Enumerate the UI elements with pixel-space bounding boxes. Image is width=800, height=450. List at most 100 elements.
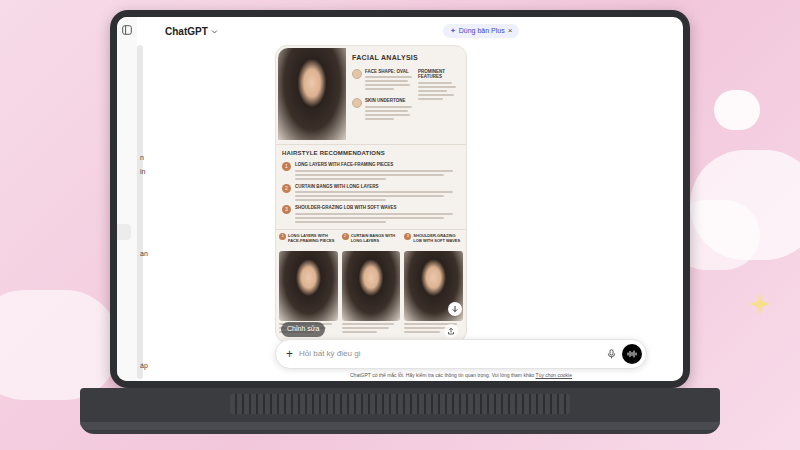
chevron-down-icon bbox=[211, 28, 218, 35]
recommendation-body: LONG LAYERS WITH FACE-FRAMING PIECES bbox=[295, 162, 460, 180]
text-line bbox=[418, 86, 456, 88]
sidebar-item[interactable]: n bbox=[140, 153, 144, 162]
detail-item: FACE SHAPE: OVAL bbox=[352, 69, 414, 91]
detail-body: FACE SHAPE: OVAL bbox=[365, 69, 414, 91]
features-title: PROMINENT FEATURES bbox=[418, 69, 460, 80]
text-lines bbox=[365, 106, 414, 120]
cloud-decoration bbox=[0, 290, 120, 400]
sidebar-item[interactable]: áp bbox=[140, 361, 148, 370]
detail-title: SKIN UNDERTONE bbox=[365, 98, 414, 104]
text-line bbox=[342, 331, 377, 333]
sidebar-edge: n in an áp bbox=[137, 17, 149, 381]
text-line bbox=[365, 106, 412, 108]
download-button[interactable] bbox=[448, 302, 462, 316]
voice-mode-button[interactable] bbox=[622, 344, 642, 364]
detail-item: SKIN UNDERTONE bbox=[352, 98, 414, 120]
disclaimer: ChatGPT có thể mắc lỗi. Hãy kiểm tra các… bbox=[275, 372, 647, 379]
text-line bbox=[365, 110, 408, 112]
upgrade-plus-badge[interactable]: ✦Dùng bản Plus× bbox=[443, 24, 520, 39]
download-icon bbox=[451, 305, 459, 313]
waveform-icon bbox=[627, 350, 637, 358]
text-line bbox=[418, 82, 452, 84]
text-line bbox=[295, 221, 386, 223]
number-badge: 3 bbox=[282, 205, 291, 214]
text-lines bbox=[418, 82, 460, 100]
keyboard bbox=[230, 394, 570, 414]
laptop-screen: n in an áp ChatGPT ✦Dùng bản Plus× FACIAL ANAL… bbox=[110, 10, 690, 388]
edit-label[interactable]: Chỉnh sửa bbox=[287, 324, 319, 335]
scrollbar bbox=[137, 45, 143, 379]
number-badge: 2 bbox=[282, 184, 291, 193]
preview-header: 1LONG LAYERS WITH FACE-FRAMING PIECES bbox=[279, 233, 338, 249]
cookie-link[interactable]: Tùy chọn cookie bbox=[536, 372, 572, 378]
recommendation-title: LONG LAYERS WITH FACE-FRAMING PIECES bbox=[295, 162, 460, 168]
rabbit-decoration bbox=[714, 90, 760, 130]
number-badge: 3 bbox=[404, 233, 411, 240]
composer-bar: + bbox=[275, 339, 647, 369]
message-input[interactable] bbox=[299, 348, 600, 360]
preview-title: CURTAIN BANGS WITH LONG LAYERS bbox=[351, 233, 401, 249]
portrait-photo bbox=[342, 251, 401, 321]
preview-title: LONG LAYERS WITH FACE-FRAMING PIECES bbox=[288, 233, 338, 249]
text-line bbox=[295, 195, 444, 197]
preview-header: 3SHOULDER-GRAZING LOB WITH SOFT WAVES bbox=[404, 233, 463, 249]
generated-image-card[interactable]: FACIAL ANALYSIS FACE SHAPE: OVAL SKIN UNDE… bbox=[275, 45, 467, 343]
portrait-photo bbox=[279, 251, 338, 321]
model-title[interactable]: ChatGPT bbox=[165, 24, 208, 39]
analysis-top: FACIAL ANALYSIS FACE SHAPE: OVAL SKIN UNDE… bbox=[276, 46, 466, 142]
share-icon bbox=[447, 327, 455, 335]
laptop-front-edge bbox=[80, 422, 720, 430]
main-panel: ChatGPT✦Dùng bản Plus×FACIAL ANALYSISFAC… bbox=[149, 17, 683, 381]
share-button[interactable] bbox=[444, 324, 458, 338]
text-line bbox=[295, 213, 453, 215]
recommendations-title: HAIRSTYLE RECOMMENDATIONS bbox=[282, 149, 460, 158]
disclaimer-text: ChatGPT có thể mắc lỗi. Hãy kiểm tra các… bbox=[350, 372, 534, 378]
prominent-features: PROMINENT FEATURES bbox=[418, 69, 460, 120]
text-line bbox=[365, 88, 394, 90]
text-line bbox=[365, 80, 408, 82]
preview-card: 3SHOULDER-GRAZING LOB WITH SOFT WAVES bbox=[404, 233, 463, 333]
microphone-icon bbox=[606, 349, 616, 359]
text-lines bbox=[295, 170, 460, 180]
text-line bbox=[295, 174, 444, 176]
number-badge: 1 bbox=[282, 162, 291, 171]
recommendation-item: 3 SHOULDER-GRAZING LOB WITH SOFT WAVES bbox=[282, 205, 460, 223]
text-line bbox=[365, 118, 394, 120]
sidebar-toggle-icon bbox=[122, 25, 132, 35]
text-line bbox=[295, 191, 453, 193]
analysis-details: FACE SHAPE: OVAL SKIN UNDERTONE bbox=[352, 69, 414, 120]
detail-icon bbox=[352, 69, 362, 79]
close-button[interactable]: × bbox=[508, 27, 513, 35]
number-badge: 1 bbox=[279, 233, 286, 240]
text-line bbox=[365, 114, 410, 116]
sidebar-item[interactable]: in bbox=[140, 167, 145, 176]
recommendation-body: SHOULDER-GRAZING LOB WITH SOFT WAVES bbox=[295, 205, 460, 223]
attach-button[interactable]: + bbox=[286, 348, 293, 360]
preview-header: 2CURTAIN BANGS WITH LONG LAYERS bbox=[342, 233, 401, 249]
model-selector[interactable]: ChatGPT bbox=[165, 24, 218, 39]
preview-card: 1LONG LAYERS WITH FACE-FRAMING PIECES bbox=[279, 233, 338, 333]
preview-card: 2CURTAIN BANGS WITH LONG LAYERS bbox=[342, 233, 401, 333]
sidebar-item[interactable]: an bbox=[140, 249, 148, 258]
text-line bbox=[295, 170, 453, 172]
text-line bbox=[418, 94, 454, 96]
header-bar: ChatGPT ✦Dùng bản Plus× bbox=[149, 17, 683, 45]
preview-title: SHOULDER-GRAZING LOB WITH SOFT WAVES bbox=[413, 233, 463, 249]
detail-icon bbox=[352, 98, 362, 108]
detail-title: FACE SHAPE: OVAL bbox=[365, 69, 414, 75]
text-lines bbox=[295, 213, 460, 223]
edit-button[interactable]: Chỉnh sửa bbox=[281, 322, 325, 337]
analysis-grid: FACE SHAPE: OVAL SKIN UNDERTONE PROMINENT … bbox=[352, 69, 460, 120]
text-line bbox=[295, 199, 386, 201]
text-line bbox=[404, 331, 439, 333]
sidebar-highlight bbox=[117, 224, 131, 240]
text-line bbox=[342, 323, 395, 325]
badge-label[interactable]: Dùng bản Plus bbox=[459, 26, 505, 37]
sidebar bbox=[117, 17, 137, 381]
recommendations-section: HAIRSTYLE RECOMMENDATIONS 1 LONG LAYERS WI… bbox=[276, 144, 466, 223]
star-icon bbox=[748, 292, 772, 316]
analysis-title: FACIAL ANALYSIS bbox=[352, 53, 460, 64]
detail-body: SKIN UNDERTONE bbox=[365, 98, 414, 120]
text-line bbox=[418, 90, 447, 92]
recommendation-title: SHOULDER-GRAZING LOB WITH SOFT WAVES bbox=[295, 205, 460, 211]
